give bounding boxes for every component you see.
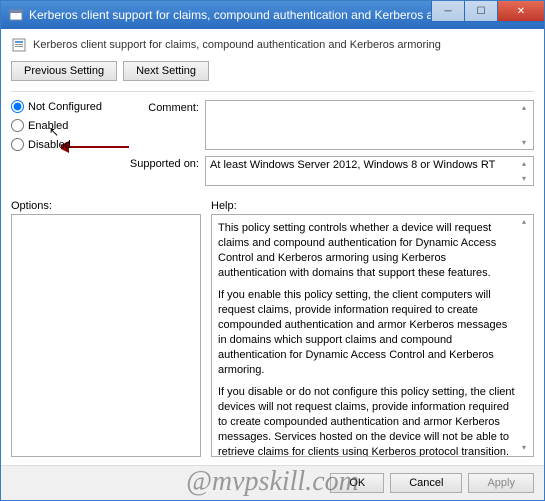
scroll-down-icon[interactable]: ▾ — [522, 174, 526, 183]
supported-textbox: At least Windows Server 2012, Windows 8 … — [205, 156, 534, 186]
options-panel[interactable] — [11, 214, 201, 457]
scroll-down-icon[interactable]: ▾ — [522, 443, 526, 454]
radio-not-configured-label: Not Configured — [28, 101, 102, 113]
divider — [11, 91, 534, 92]
supported-value: At least Windows Server 2012, Windows 8 … — [210, 159, 495, 171]
supported-label: Supported on: — [121, 156, 205, 186]
previous-setting-button[interactable]: Previous Setting — [11, 61, 117, 81]
client-area: Kerberos client support for claims, comp… — [1, 29, 544, 465]
help-panel[interactable]: This policy setting controls whether a d… — [211, 214, 534, 457]
scroll-up-icon[interactable]: ▴ — [522, 159, 526, 168]
window-controls: ─ ☐ ✕ — [431, 1, 544, 29]
supported-row: Supported on: At least Windows Server 20… — [121, 156, 534, 186]
help-paragraph: If you disable or do not configure this … — [218, 385, 515, 457]
options-label: Options: — [11, 200, 201, 212]
policy-icon — [11, 37, 27, 53]
scroll-up-icon[interactable]: ▴ — [522, 103, 526, 112]
help-paragraph: This policy setting controls whether a d… — [218, 221, 515, 280]
radio-not-configured-input[interactable] — [11, 100, 24, 113]
ok-button[interactable]: OK — [330, 473, 384, 493]
titlebar[interactable]: Kerberos client support for claims, comp… — [1, 1, 544, 29]
radio-not-configured[interactable]: Not Configured — [11, 100, 121, 113]
dialog-buttons: OK Cancel Apply — [1, 465, 544, 500]
help-column: Help: This policy setting controls wheth… — [211, 200, 534, 457]
policy-header: Kerberos client support for claims, comp… — [11, 37, 534, 53]
radio-disabled-label: Disabled — [28, 139, 71, 151]
comment-row: Comment: ▴▾ — [121, 100, 534, 150]
cursor-icon: ↖ — [49, 125, 59, 139]
scroll-up-icon[interactable]: ▴ — [522, 217, 526, 228]
app-icon — [9, 8, 23, 22]
policy-editor-window: Kerberos client support for claims, comp… — [0, 0, 545, 501]
help-label: Help: — [211, 200, 534, 212]
config-row: Not Configured Enabled ↖ Disabled — [11, 100, 534, 186]
policy-name: Kerberos client support for claims, comp… — [33, 39, 441, 51]
radio-disabled-input[interactable] — [11, 138, 24, 151]
scrollbar[interactable]: ▴▾ — [517, 159, 531, 183]
apply-button[interactable]: Apply — [468, 473, 534, 493]
state-radio-group: Not Configured Enabled ↖ Disabled — [11, 100, 121, 186]
minimize-button[interactable]: ─ — [431, 1, 465, 22]
scrollbar[interactable]: ▴▾ — [517, 103, 531, 147]
lower-panels: Options: Help: This policy setting contr… — [11, 200, 534, 457]
close-button[interactable]: ✕ — [497, 1, 545, 22]
next-setting-button[interactable]: Next Setting — [123, 61, 209, 81]
meta-fields: Comment: ▴▾ Supported on: At least Windo… — [121, 100, 534, 186]
radio-enabled[interactable]: Enabled ↖ — [11, 119, 121, 132]
nav-buttons: Previous Setting Next Setting — [11, 61, 534, 81]
scrollbar[interactable]: ▴▾ — [517, 217, 531, 454]
window-title: Kerberos client support for claims, comp… — [29, 8, 431, 22]
maximize-button[interactable]: ☐ — [464, 1, 498, 22]
cancel-button[interactable]: Cancel — [390, 473, 462, 493]
help-paragraph: If you enable this policy setting, the c… — [218, 288, 515, 377]
comment-textbox[interactable]: ▴▾ — [205, 100, 534, 150]
radio-disabled[interactable]: Disabled — [11, 138, 121, 151]
options-column: Options: — [11, 200, 201, 457]
comment-label: Comment: — [121, 100, 205, 150]
radio-enabled-input[interactable] — [11, 119, 24, 132]
scroll-down-icon[interactable]: ▾ — [522, 138, 526, 147]
